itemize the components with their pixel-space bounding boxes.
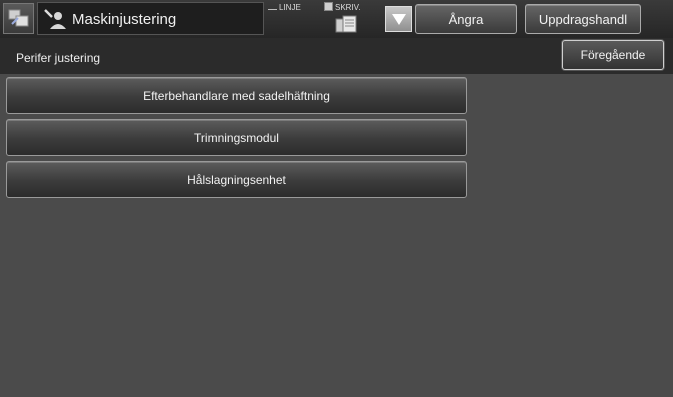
- section-title: Perifer justering: [16, 51, 101, 65]
- menu-item-saddle-stitch-finisher[interactable]: Efterbehandlare med sadelhäftning: [6, 77, 467, 114]
- skriv-label: SKRIV.: [335, 3, 361, 12]
- home-button[interactable]: [3, 3, 34, 34]
- menu-item-punch-unit[interactable]: Hålslagningsenhet: [6, 161, 467, 198]
- title-box: Maskinjustering: [37, 2, 264, 35]
- back-button[interactable]: Föregående: [562, 40, 664, 70]
- page-title: Maskinjustering: [72, 11, 177, 28]
- top-bar: Maskinjustering LINJE SKRIV. Ångra Uppdr…: [0, 0, 673, 39]
- undo-button[interactable]: Ångra: [415, 4, 517, 34]
- screen: Maskinjustering LINJE SKRIV. Ångra Uppdr…: [0, 0, 673, 397]
- status-dropdown-button[interactable]: [385, 6, 412, 32]
- menu-item-trimming-module[interactable]: Trimningsmodul: [6, 119, 467, 156]
- job-status-button[interactable]: Uppdragshandl: [525, 4, 641, 34]
- tool-person-icon: [44, 9, 66, 29]
- linje-indicator: [268, 2, 277, 10]
- home-icon: [8, 9, 29, 27]
- skriv-indicator: [324, 2, 333, 11]
- linje-label: LINJE: [279, 3, 301, 12]
- status-linje: LINJE: [268, 2, 301, 12]
- printer-icon: [335, 15, 357, 33]
- chevron-down-icon: [392, 14, 406, 25]
- status-skriv: SKRIV.: [324, 2, 361, 12]
- sub-header: Perifer justering Föregående: [0, 38, 673, 74]
